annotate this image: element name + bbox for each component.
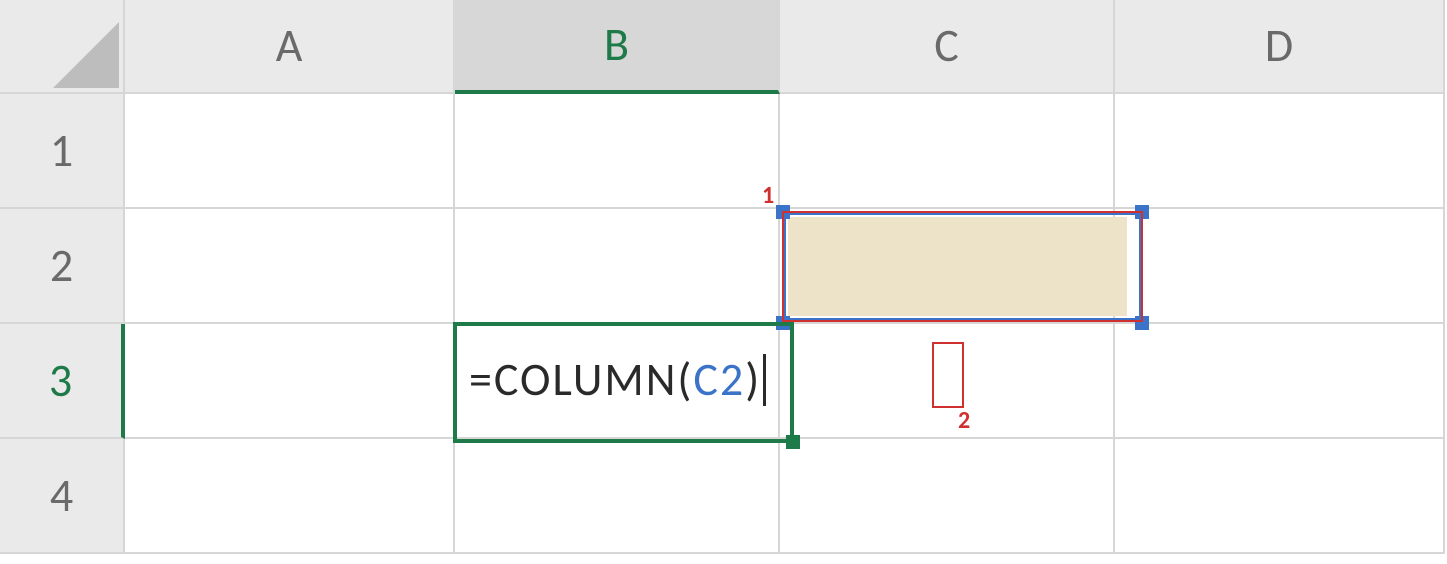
cell-D4[interactable] [1115, 439, 1445, 554]
formula-close-paren: ) [745, 352, 761, 408]
column-header-D[interactable]: D [1115, 0, 1445, 94]
formula-editor[interactable]: =COLUMN(C2) [459, 348, 766, 412]
cell-D1[interactable] [1115, 94, 1445, 209]
cell-A4[interactable] [125, 439, 455, 554]
column-header-C[interactable]: C [780, 0, 1115, 94]
select-all-corner[interactable] [0, 0, 125, 94]
cell-D2[interactable] [1115, 209, 1445, 324]
formula-prefix: = [469, 352, 494, 408]
row-header-1[interactable]: 1 [0, 94, 125, 209]
cell-C2[interactable] [780, 209, 1115, 324]
formula-reference: C2 [693, 352, 745, 408]
column-header-B[interactable]: B [455, 0, 780, 94]
formula-function: COLUMN [494, 352, 677, 408]
cell-A1[interactable] [125, 94, 455, 209]
row-header-2[interactable]: 2 [0, 209, 125, 324]
fill-handle[interactable] [786, 435, 800, 449]
spreadsheet-grid[interactable]: ABCD1234=COLUMN(C2)12 [0, 0, 1447, 564]
cell-A2[interactable] [125, 209, 455, 324]
column-header-A[interactable]: A [125, 0, 455, 94]
cell-B2[interactable] [455, 209, 780, 324]
text-caret [763, 354, 766, 406]
formula-open-paren: ( [677, 352, 693, 408]
cell-C1[interactable] [780, 94, 1115, 209]
row-header-3[interactable]: 3 [0, 324, 125, 439]
cell-B4[interactable] [455, 439, 780, 554]
cell-D3[interactable] [1115, 324, 1445, 439]
cell-C3[interactable] [780, 324, 1115, 439]
cell-A3[interactable] [125, 324, 455, 439]
cell-C4[interactable] [780, 439, 1115, 554]
row-header-4[interactable]: 4 [0, 439, 125, 554]
cell-B1[interactable] [455, 94, 780, 209]
